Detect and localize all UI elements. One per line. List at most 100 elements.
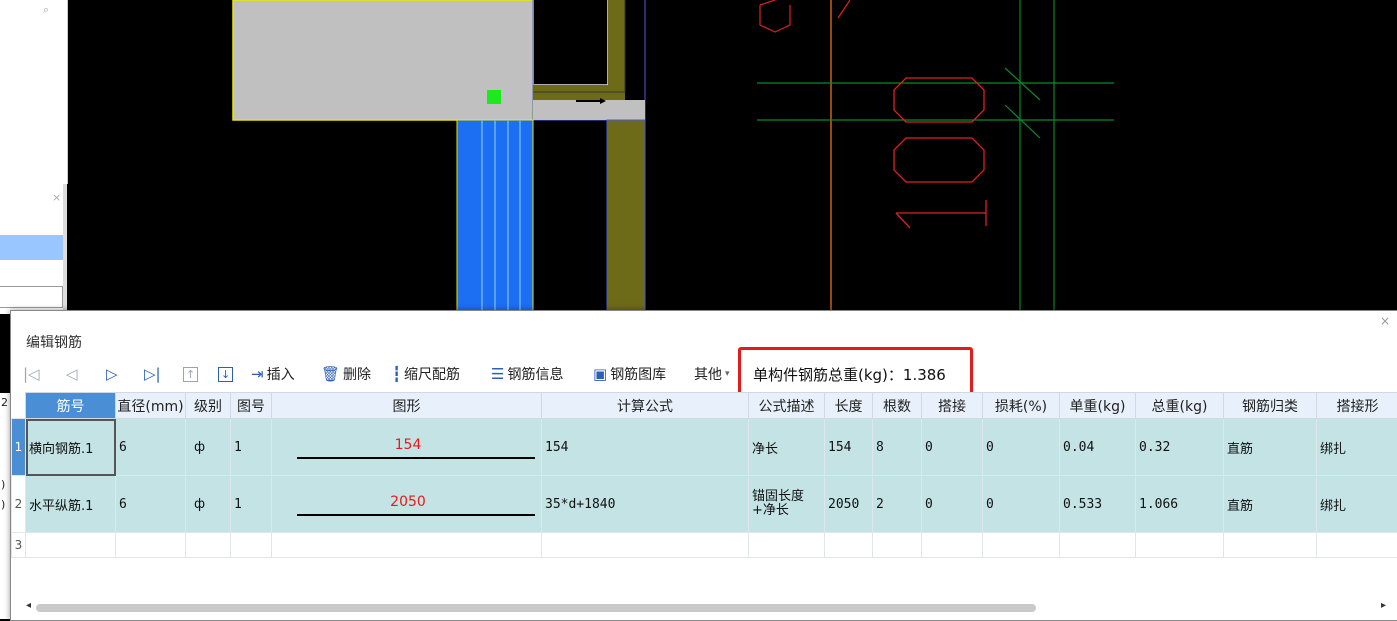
empty-cell[interactable] <box>1224 533 1317 558</box>
column-header[interactable]: 公式描述 <box>749 393 825 419</box>
figure-number-cell[interactable]: 1 <box>231 419 272 476</box>
rebar-name-cell[interactable]: 水平纵筋.1 <box>26 476 116 533</box>
formula-cell[interactable]: 154 <box>542 419 749 476</box>
total-weight-label: 单构件钢筋总重(kg)：1.386 <box>753 364 946 385</box>
lap-type-cell[interactable]: 绑扎 <box>1317 419 1397 476</box>
scale-rebar-button[interactable]: ┇缩尺配筋 <box>392 363 460 385</box>
column-header[interactable]: 损耗(%) <box>983 393 1060 419</box>
empty-cell[interactable] <box>1060 533 1136 558</box>
row-number[interactable]: 2 <box>12 476 26 533</box>
horizontal-scrollbar[interactable]: ◂ ▸ <box>26 600 1386 616</box>
chevron-down-icon: ▾ <box>725 369 730 379</box>
column-header[interactable]: 图形 <box>272 393 542 419</box>
column-header[interactable]: 根数 <box>873 393 922 419</box>
empty-cell[interactable] <box>749 533 825 558</box>
category-cell[interactable]: 直筋 <box>1224 419 1317 476</box>
table-row[interactable]: 2 水平纵筋.1 6 ф 1 2050 35*d+1840 锚固长度+净长 20… <box>12 476 1397 533</box>
other-menu-button[interactable]: 其他▾ <box>694 363 730 385</box>
last-record-icon[interactable]: ▷| <box>144 363 161 385</box>
close-icon[interactable]: × <box>52 191 61 204</box>
total-weight-cell[interactable]: 1.066 <box>1136 476 1224 533</box>
delete-button[interactable]: 🗑删除 <box>321 363 371 385</box>
first-record-icon[interactable]: |◁ <box>23 363 40 385</box>
move-up-icon[interactable]: ↑ <box>183 363 198 385</box>
scroll-left-icon[interactable]: ◂ <box>26 600 31 611</box>
column-header[interactable]: 直径(mm) <box>116 393 186 419</box>
empty-cell[interactable] <box>116 533 186 558</box>
column-header[interactable]: 搭接 <box>922 393 983 419</box>
lap-cell[interactable]: 0 <box>922 476 983 533</box>
row-number[interactable]: 1 <box>12 419 26 476</box>
empty-cell[interactable] <box>26 533 116 558</box>
grade-cell[interactable]: ф <box>186 476 231 533</box>
rebar-name-cell[interactable]: 横向钢筋.1 <box>26 419 116 476</box>
scrollbar-thumb[interactable] <box>36 604 1036 612</box>
table-row[interactable]: 1 横向钢筋.1 6 ф 1 154 154 净长 154 8 0 0 0.04… <box>12 419 1397 476</box>
empty-cell[interactable] <box>231 533 272 558</box>
list-icon: ☰ <box>491 365 504 383</box>
empty-cell[interactable] <box>922 533 983 558</box>
formula-description-cell[interactable]: 锚固长度+净长 <box>749 476 825 533</box>
column-header[interactable]: 筋号 <box>26 393 116 419</box>
empty-cell[interactable] <box>1317 533 1397 558</box>
unit-weight-cell[interactable]: 0.533 <box>1060 476 1136 533</box>
close-icon[interactable]: × <box>1380 314 1390 328</box>
category-cell[interactable]: 直筋 <box>1224 476 1317 533</box>
column-header[interactable]: 图号 <box>231 393 272 419</box>
count-cell[interactable]: 2 <box>873 476 922 533</box>
column-header[interactable]: 总重(kg) <box>1136 393 1224 419</box>
length-cell[interactable]: 2050 <box>825 476 873 533</box>
empty-cell[interactable] <box>873 533 922 558</box>
cad-viewport[interactable] <box>67 0 1397 312</box>
figure-number-cell[interactable]: 1 <box>231 476 272 533</box>
next-record-icon[interactable]: ▷ <box>106 363 118 385</box>
unit-weight-cell[interactable]: 0.04 <box>1060 419 1136 476</box>
column-header[interactable]: 长度 <box>825 393 873 419</box>
length-cell[interactable]: 154 <box>825 419 873 476</box>
row-number[interactable]: 3 <box>12 533 26 558</box>
empty-cell[interactable] <box>1136 533 1224 558</box>
empty-cell[interactable] <box>983 533 1060 558</box>
column-header[interactable]: 搭接形 <box>1317 393 1397 419</box>
total-weight-cell[interactable]: 0.32 <box>1136 419 1224 476</box>
diameter-cell[interactable]: 6 <box>116 476 186 533</box>
rebar-library-button[interactable]: ▣钢筋图库 <box>593 363 666 385</box>
left-property-panel[interactable]: × <box>0 184 67 314</box>
formula-cell[interactable]: 35*d+1840 <box>542 476 749 533</box>
empty-cell[interactable] <box>272 533 542 558</box>
selected-list-item[interactable] <box>0 235 63 260</box>
rebar-table: 筋号 直径(mm) 级别 图号 图形 计算公式 公式描述 长度 根数 搭接 损耗… <box>11 392 1397 558</box>
shape-cell[interactable]: 2050 <box>272 476 542 533</box>
row-number-header <box>12 393 26 419</box>
column-header[interactable]: 单重(kg) <box>1060 393 1136 419</box>
scroll-right-icon[interactable]: ▸ <box>1381 600 1386 611</box>
table-row[interactable]: 3 <box>12 533 1397 558</box>
total-weight-highlight: 单构件钢筋总重(kg)：1.386 <box>738 347 973 395</box>
column-header[interactable]: 级别 <box>186 393 231 419</box>
side-row-mark: ) <box>1 498 5 511</box>
loss-cell[interactable]: 0 <box>983 419 1060 476</box>
cad-selection-grip[interactable] <box>487 90 501 104</box>
image-icon: ▣ <box>593 365 607 383</box>
lap-cell[interactable]: 0 <box>922 419 983 476</box>
shape-cell[interactable]: 154 <box>272 419 542 476</box>
diameter-cell[interactable]: 6 <box>116 419 186 476</box>
column-header[interactable]: 钢筋归类 <box>1224 393 1317 419</box>
rebar-info-button[interactable]: ☰钢筋信息 <box>491 363 563 385</box>
prev-record-icon[interactable]: ◁ <box>66 363 78 385</box>
formula-description-cell[interactable]: 净长 <box>749 419 825 476</box>
left-panel-field[interactable] <box>0 286 63 308</box>
side-row-mark: ) <box>1 478 5 491</box>
insert-button[interactable]: ⇥插入 <box>251 363 295 385</box>
move-down-icon[interactable]: ↓ <box>218 363 233 385</box>
grade-cell[interactable]: ф <box>186 419 231 476</box>
empty-cell[interactable] <box>186 533 231 558</box>
lap-type-cell[interactable]: 绑扎 <box>1317 476 1397 533</box>
search-icon[interactable]: ⌕ <box>43 3 49 17</box>
loss-cell[interactable]: 0 <box>983 476 1060 533</box>
count-cell[interactable]: 8 <box>873 419 922 476</box>
column-header[interactable]: 计算公式 <box>542 393 749 419</box>
empty-cell[interactable] <box>542 533 749 558</box>
empty-cell[interactable] <box>825 533 873 558</box>
left-tree-panel[interactable]: ⌕ <box>0 0 68 184</box>
